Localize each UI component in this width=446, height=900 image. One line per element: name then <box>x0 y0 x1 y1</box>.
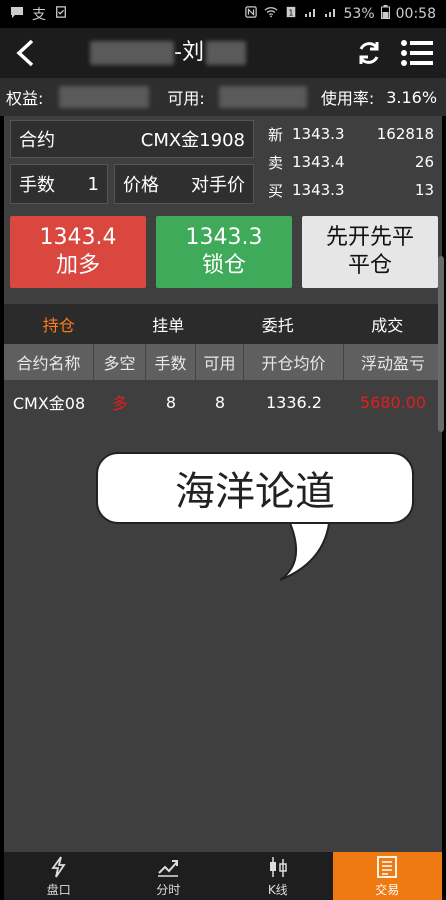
redacted-equity <box>59 86 150 108</box>
nfc-icon <box>244 6 258 22</box>
contract-value: CMX金1908 <box>140 130 245 151</box>
lock-price: 1343.3 <box>185 225 263 250</box>
cell-lots: 8 <box>165 392 177 412</box>
quote-price: 1343.3 <box>292 181 345 199</box>
col-pnl: 浮动盈亏 <box>344 344 442 380</box>
signal-icon-2 <box>324 6 338 22</box>
nav-kline[interactable]: K线 <box>223 852 333 900</box>
col-contract-name: 合约名称 <box>4 344 94 380</box>
candlestick-icon <box>269 856 287 877</box>
back-button[interactable] <box>0 28 50 78</box>
quote-volume: 13 <box>414 181 434 199</box>
price-label: 价格 <box>123 175 159 196</box>
nav-timeshare[interactable]: 分时 <box>114 852 224 900</box>
cell-pnl: 5680.00 <box>359 392 427 412</box>
close-mode: 先开先平 <box>325 225 414 250</box>
nav-label: K线 <box>267 882 288 897</box>
nav-label: 分时 <box>156 882 181 897</box>
col-lots: 手数 <box>146 344 196 380</box>
buy-long-button[interactable]: 1343.4 加多 <box>10 216 146 288</box>
price-field[interactable]: 价格 对手价 <box>114 164 254 204</box>
position-tabs: 持仓 挂单 委托 成交 <box>4 304 442 344</box>
quote-label: 买 <box>268 181 284 200</box>
quote-row-last: 新 1343.3 162818 <box>262 120 438 148</box>
lots-label: 手数 <box>19 175 55 196</box>
document-icon <box>377 855 398 878</box>
nav-label: 交易 <box>375 882 400 897</box>
lots-field[interactable]: 手数 1 <box>10 164 108 204</box>
clipboard-icon <box>54 6 68 22</box>
tab-orders[interactable]: 委托 <box>223 304 333 344</box>
redacted-available <box>218 86 307 108</box>
positions-table-header: 合约名称 多空 手数 可用 开仓均价 浮动盈亏 <box>4 344 442 380</box>
equity-label: 权益: <box>6 89 44 108</box>
col-avg-price: 开仓均价 <box>244 344 344 380</box>
status-bar: 支 1 53% 00:58 <box>0 0 446 28</box>
message-icon <box>10 6 24 22</box>
contract-selector[interactable]: 合约 CMX金1908 <box>10 120 254 158</box>
quote-price: 1343.4 <box>292 153 345 171</box>
quote-row-bid: 买 1343.3 13 <box>262 176 438 204</box>
sim-icon: 1 <box>284 6 298 22</box>
account-name: -刘 <box>174 40 204 65</box>
quote-label: 卖 <box>268 153 284 172</box>
scroll-handle[interactable] <box>438 256 444 432</box>
app-header: -刘 <box>0 28 446 78</box>
usage-value: 3.16% <box>386 87 438 107</box>
buy-price: 1343.4 <box>39 225 117 250</box>
clock: 00:58 <box>395 6 436 22</box>
equity-row: 权益: 可用: 使用率: 3.16% <box>0 78 446 116</box>
account-title: -刘 <box>90 28 246 78</box>
quote-label: 新 <box>268 125 284 144</box>
lock-label: 锁仓 <box>201 253 246 278</box>
redacted-name <box>205 41 246 65</box>
price-value: 对手价 <box>191 175 245 196</box>
tab-fills[interactable]: 成交 <box>333 304 443 344</box>
line-chart-icon <box>158 859 179 877</box>
battery-percent: 53% <box>343 6 375 22</box>
battery-icon <box>380 5 390 23</box>
tab-pending[interactable]: 挂单 <box>114 304 224 344</box>
buy-label: 加多 <box>55 253 100 278</box>
available-label: 可用: <box>167 89 205 108</box>
lock-position-button[interactable]: 1343.3 锁仓 <box>156 216 292 288</box>
refresh-icon <box>359 42 379 64</box>
redacted-account <box>90 41 174 65</box>
alipay-icon: 支 <box>32 7 46 23</box>
list-menu-icon <box>401 40 433 66</box>
cell-available: 8 <box>214 392 226 412</box>
quote-volume: 162818 <box>376 125 434 143</box>
cell-avg-price: 1336.2 <box>266 392 322 412</box>
nav-label: 盘口 <box>46 882 71 897</box>
bottom-nav: 盘口 分时 K线 交易 <box>4 852 442 900</box>
tab-positions[interactable]: 持仓 <box>4 304 114 344</box>
quote-panel: 新 1343.3 162818 卖 1343.4 26 买 1343.3 13 <box>262 120 438 204</box>
col-available: 可用 <box>196 344 244 380</box>
usage-label: 使用率: <box>320 89 375 108</box>
chevron-left-icon <box>16 39 34 67</box>
quote-price: 1343.3 <box>292 125 345 143</box>
speech-bubble: 海洋论道 <box>96 452 414 524</box>
lightning-icon <box>50 855 66 877</box>
close-label: 平仓 <box>347 253 392 278</box>
menu-button[interactable] <box>396 34 438 72</box>
cell-contract-name: CMX金08 <box>12 394 86 413</box>
nav-trade[interactable]: 交易 <box>332 852 442 900</box>
lots-value: 1 <box>87 173 99 195</box>
refresh-button[interactable] <box>350 34 388 72</box>
contract-label: 合约 <box>19 130 55 151</box>
cell-direction: 多 <box>111 394 128 413</box>
table-row[interactable]: CMX金08 多 8 8 1336.2 5680.00 <box>4 384 442 420</box>
close-position-button[interactable]: 先开先平 平仓 <box>302 216 438 288</box>
nav-market-depth[interactable]: 盘口 <box>4 852 114 900</box>
quote-row-ask: 卖 1343.4 26 <box>262 148 438 176</box>
wifi-icon <box>263 6 278 22</box>
col-direction: 多空 <box>94 344 146 380</box>
quote-volume: 26 <box>414 153 434 171</box>
svg-text:1: 1 <box>288 8 293 17</box>
signal-icon <box>304 6 318 22</box>
